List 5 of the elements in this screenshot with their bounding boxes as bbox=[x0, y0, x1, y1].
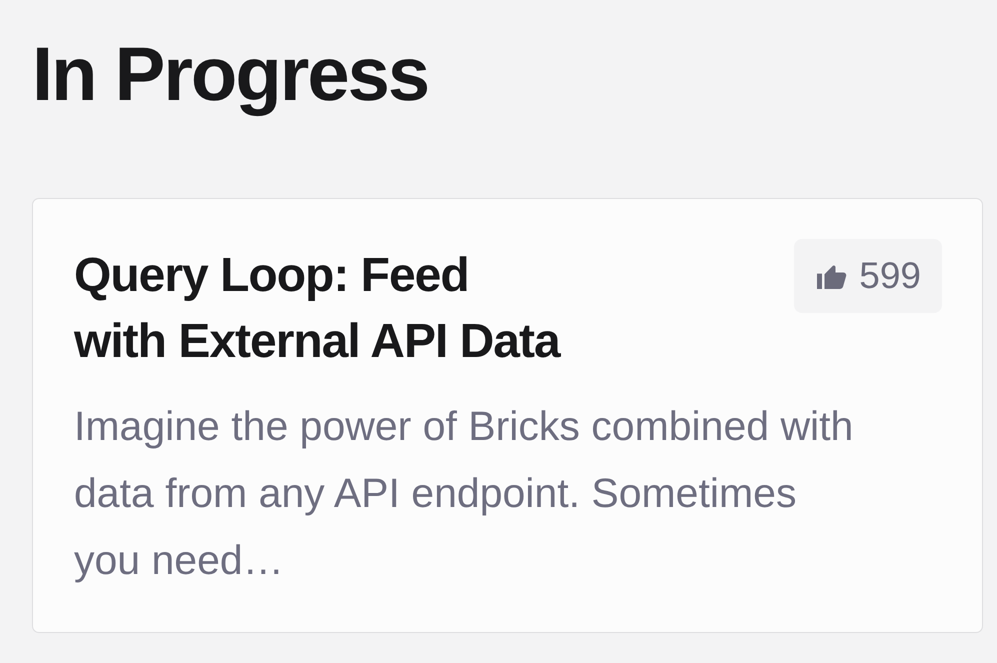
upvote-button[interactable]: 599 bbox=[794, 239, 942, 314]
card-description: Imagine the power of Bricks combined with data from any API endpoint. Sometimes you need… bbox=[74, 402, 854, 586]
page-heading: In Progress bbox=[32, 31, 430, 119]
thumbs-up-icon bbox=[817, 263, 848, 290]
card-title: Query Loop: Feed with External API Data bbox=[74, 248, 560, 370]
